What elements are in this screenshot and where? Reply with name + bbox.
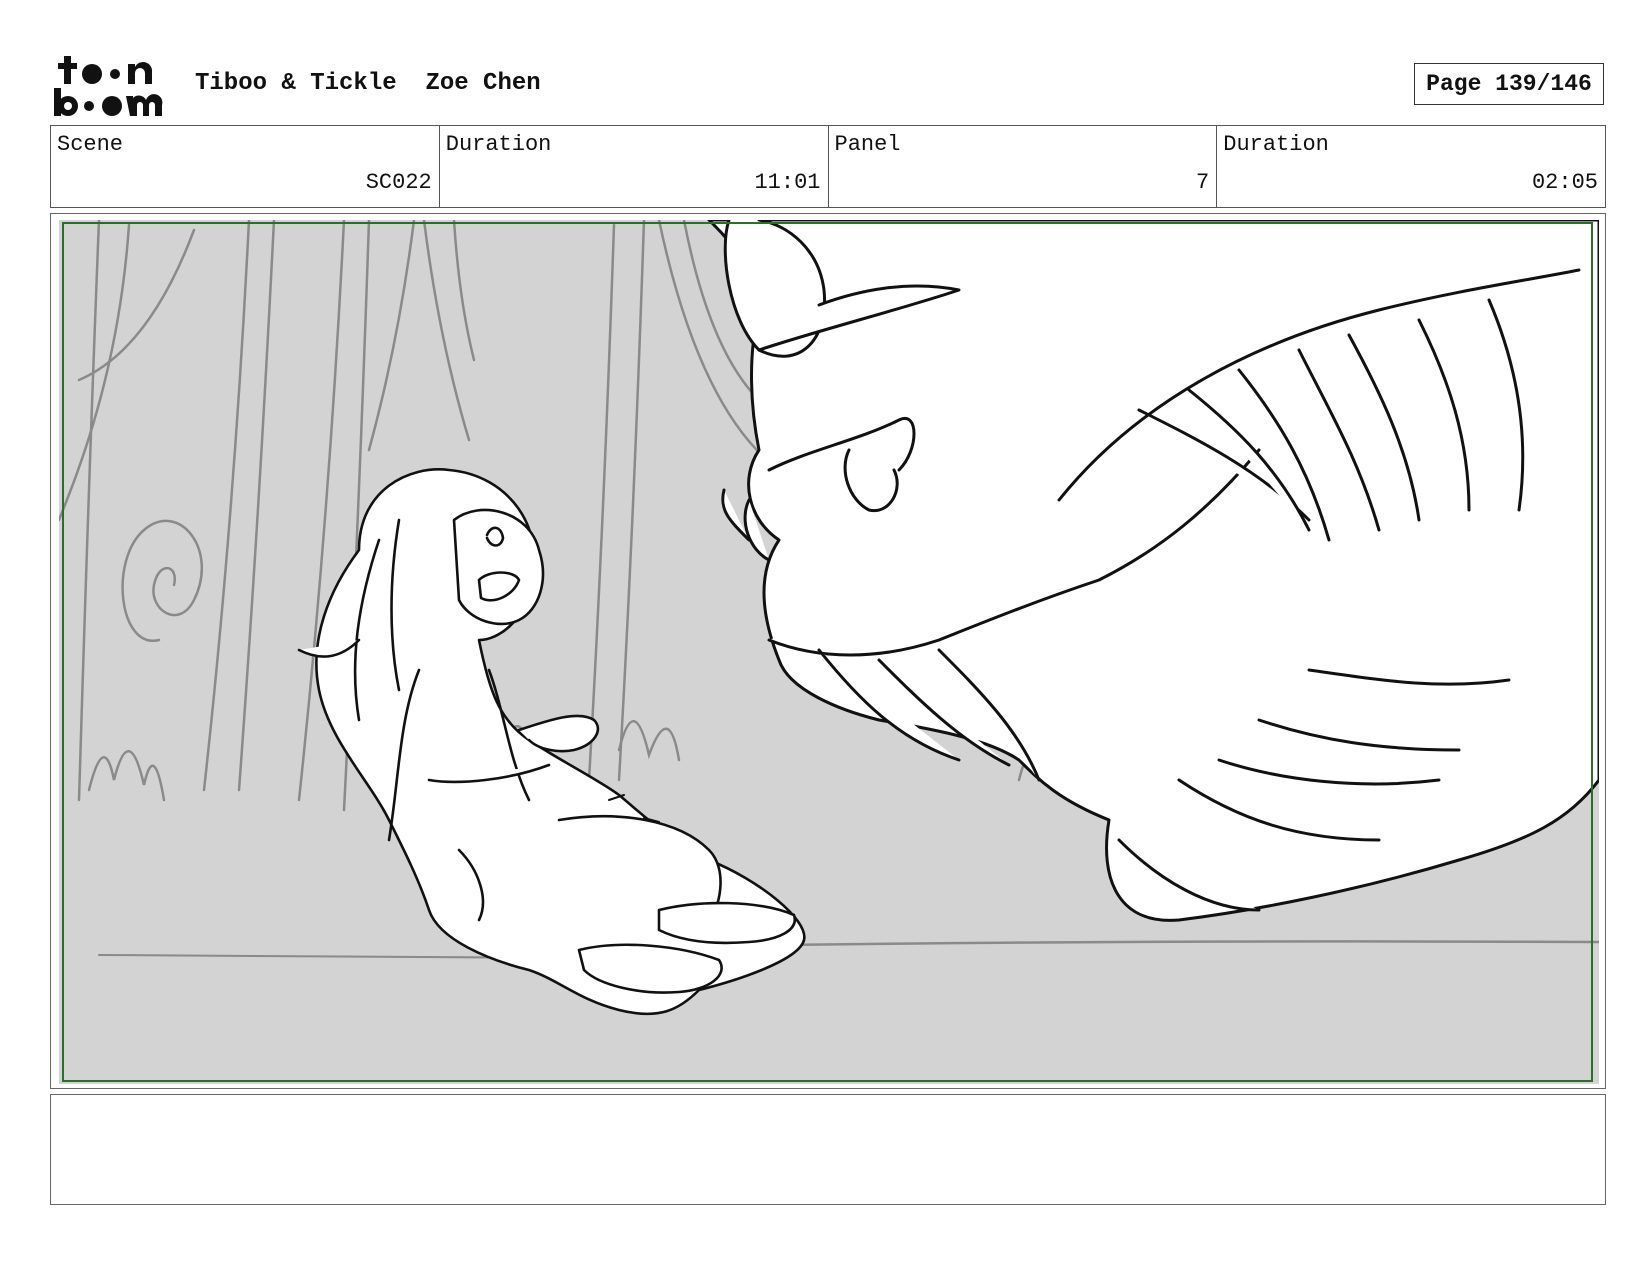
panel-duration-cell: Duration 02:05: [1217, 126, 1605, 207]
toon-boom-logo: [54, 56, 163, 116]
scene-duration-cell: Duration 11:01: [440, 126, 829, 207]
project-title: Tiboo & Tickle Zoe Chen: [195, 70, 541, 97]
panel-label: Panel: [834, 132, 901, 157]
panel-value: 7: [1196, 170, 1210, 195]
storyboard-sketch: [59, 220, 1599, 1084]
panel-duration-value: 02:05: [1531, 170, 1598, 195]
panel-duration-label: Duration: [1223, 132, 1329, 157]
panel-cell: Panel 7: [829, 126, 1218, 207]
scene-info-table: Scene SC022 Duration 11:01 Panel 7 Durat…: [50, 125, 1606, 208]
storyboard-panel: [50, 213, 1606, 1089]
panel-notes-box: [50, 1094, 1606, 1205]
scene-label: Scene: [57, 132, 124, 157]
scene-duration-value: 11:01: [754, 170, 821, 195]
scene-cell: Scene SC022: [51, 126, 440, 207]
page-number-label: Page 139/146: [1426, 71, 1592, 97]
scene-duration-label: Duration: [445, 132, 552, 157]
scene-value: SC022: [365, 170, 432, 195]
page-number: Page 139/146: [1414, 63, 1604, 105]
